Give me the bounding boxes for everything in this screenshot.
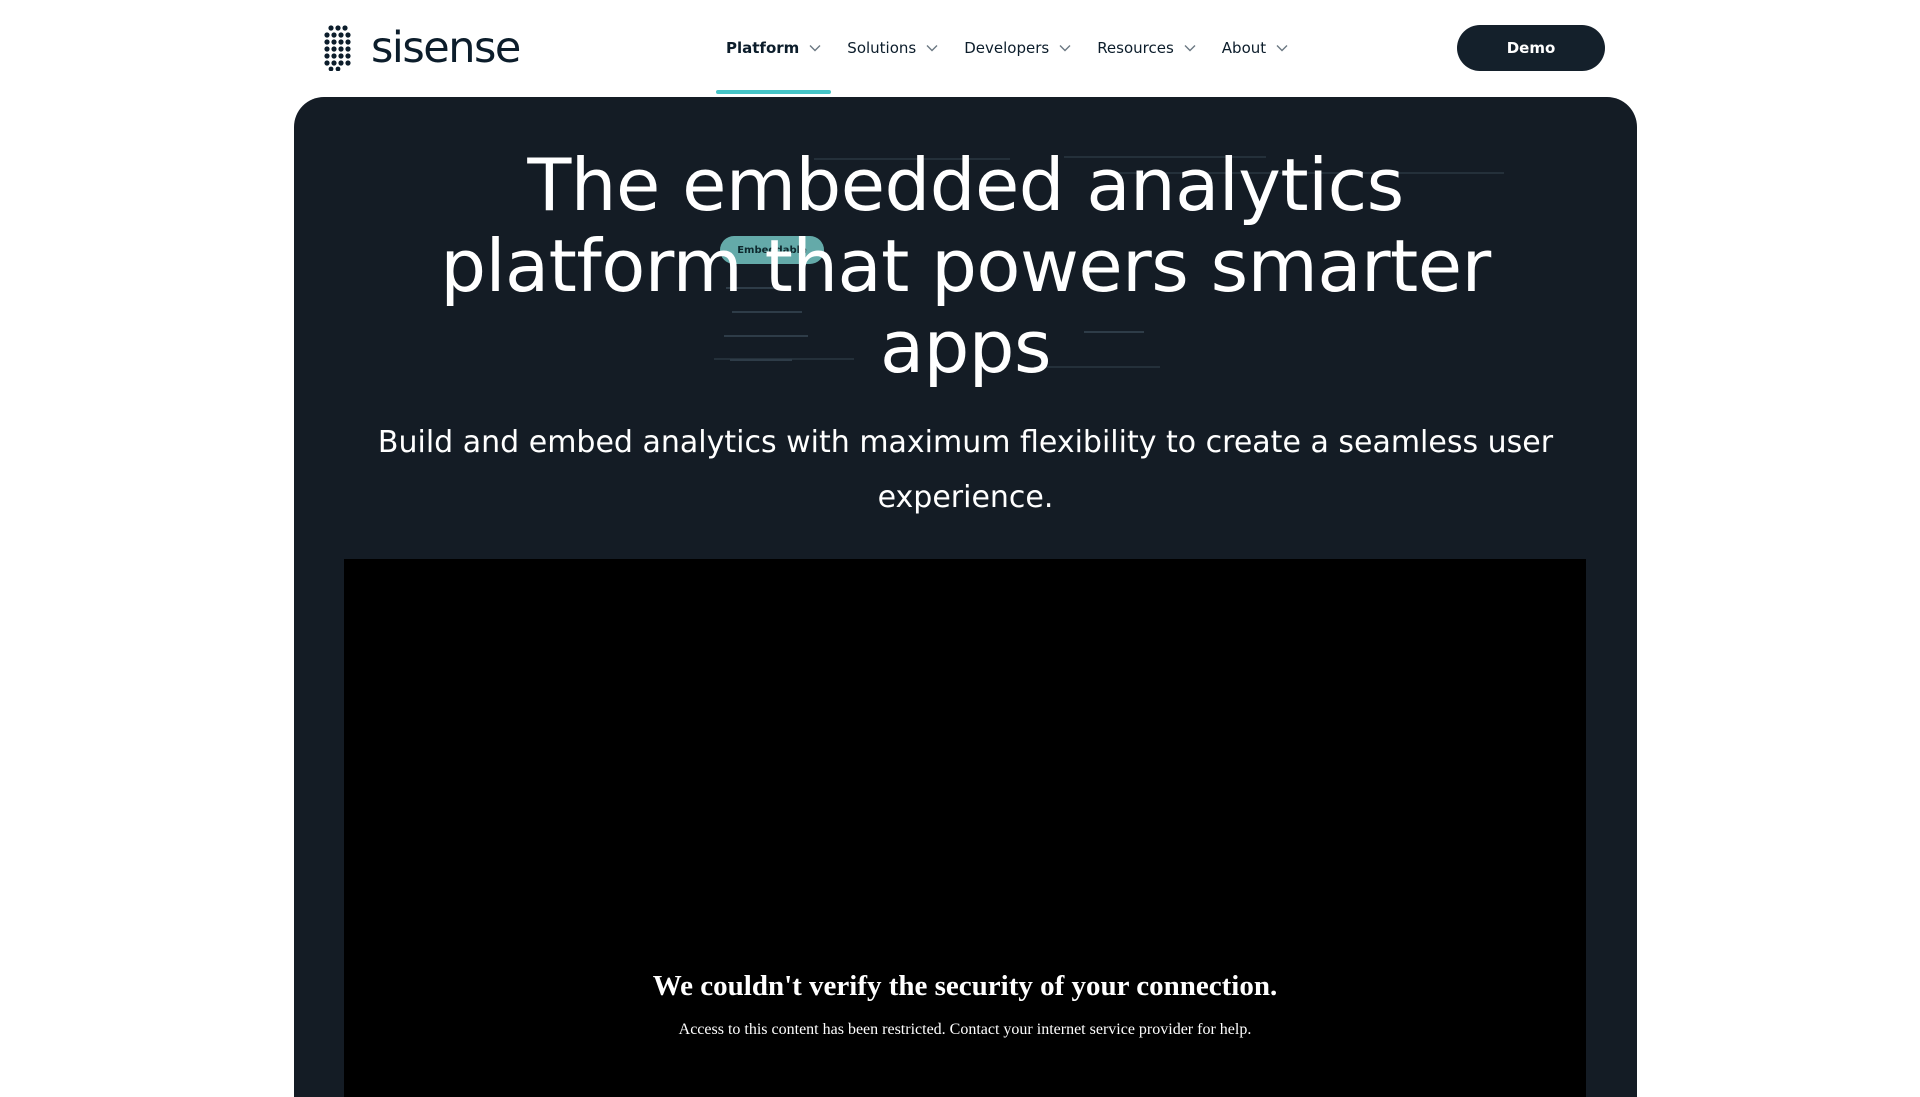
chevron-down-icon bbox=[1276, 45, 1288, 52]
sisense-logo[interactable]: sisense bbox=[323, 22, 521, 73]
nav-item-developers[interactable]: Developers bbox=[954, 0, 1081, 96]
nav-item-label: About bbox=[1221, 39, 1267, 57]
sisense-logo-mark bbox=[324, 25, 351, 71]
nav-item-resources[interactable]: Resources bbox=[1087, 0, 1206, 96]
main-nav: Platform Solutions Developers Resources … bbox=[716, 0, 1304, 96]
demo-button[interactable]: Demo bbox=[1457, 25, 1605, 71]
hero-title: The embedded analytics platform that pow… bbox=[294, 145, 1637, 388]
chevron-down-icon bbox=[1059, 45, 1071, 52]
nav-item-about[interactable]: About bbox=[1212, 0, 1298, 96]
nav-item-solutions[interactable]: Solutions bbox=[837, 0, 948, 96]
nav-item-label: Solutions bbox=[847, 39, 917, 57]
nav-item-label: Platform bbox=[726, 39, 800, 57]
chevron-down-icon bbox=[1184, 45, 1196, 52]
hero-title-line: apps bbox=[879, 305, 1052, 389]
site-header: sisense Platform Solutions Developers Re… bbox=[0, 0, 1920, 96]
nav-item-platform[interactable]: Platform bbox=[716, 0, 832, 96]
hero-section: Embeddable The embedded analytics platfo… bbox=[294, 97, 1637, 1097]
connection-error-message: Access to this content has been restrict… bbox=[678, 1021, 1252, 1038]
sisense-logo-text: sisense bbox=[371, 22, 521, 73]
hero-title-line: The embedded analytics bbox=[527, 143, 1404, 227]
nav-item-label: Resources bbox=[1097, 39, 1174, 57]
chevron-down-icon bbox=[926, 45, 938, 52]
connection-error-title: We couldn't verify the security of your … bbox=[652, 970, 1278, 1002]
hero-title-line: platform that powers smarter bbox=[440, 224, 1491, 308]
chevron-down-icon bbox=[809, 45, 821, 52]
hero-subtitle: Build and embed analytics with maximum f… bbox=[377, 425, 1554, 515]
nav-item-label: Developers bbox=[964, 39, 1050, 57]
embedded-video-frame[interactable]: We couldn't verify the security of your … bbox=[344, 559, 1586, 1097]
